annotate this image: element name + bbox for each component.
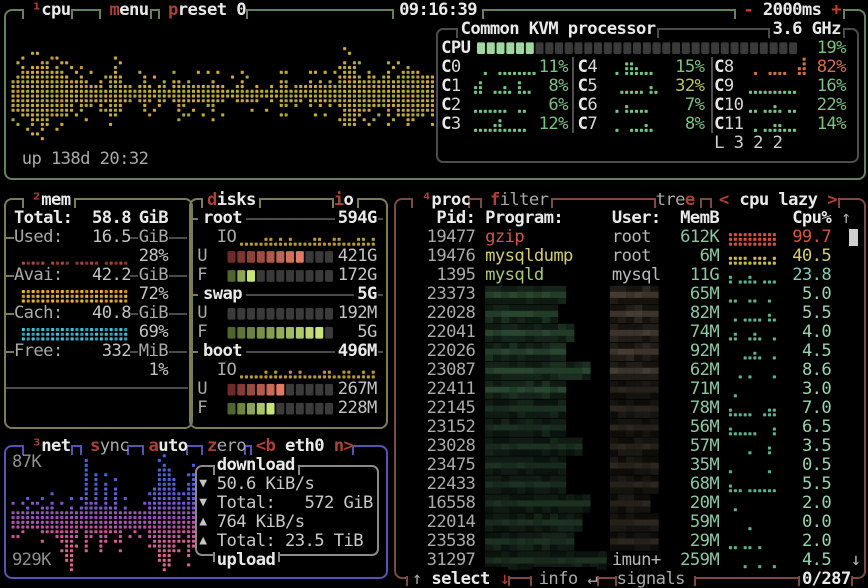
info-button-stub-right <box>597 576 599 586</box>
select-down-icon[interactable]: ↓ <box>500 570 510 588</box>
btop-screen: ¹cpumenupreset 009:16:39-2000ms+Common K… <box>0 0 868 588</box>
proc-scrollbar-thumb[interactable] <box>849 229 859 246</box>
signals-button-stub-right <box>694 576 696 586</box>
select-up-icon[interactable]: ↑ <box>412 570 422 588</box>
proc-scroll-down-icon[interactable]: ↓ <box>851 551 861 570</box>
info-button-stub-left <box>530 576 532 586</box>
process-count: 0/287 <box>802 570 851 588</box>
process-cpu-graph <box>0 0 868 588</box>
proc-count-stub-right <box>851 576 853 586</box>
signals-button[interactable]: signals <box>617 570 685 588</box>
proc-count-stub-left <box>798 576 800 586</box>
select-button[interactable]: select <box>431 570 489 588</box>
info-enter-icon[interactable]: ↵ <box>587 570 597 588</box>
info-button[interactable]: info <box>539 570 578 588</box>
select-buttons-stub-left <box>406 576 408 586</box>
